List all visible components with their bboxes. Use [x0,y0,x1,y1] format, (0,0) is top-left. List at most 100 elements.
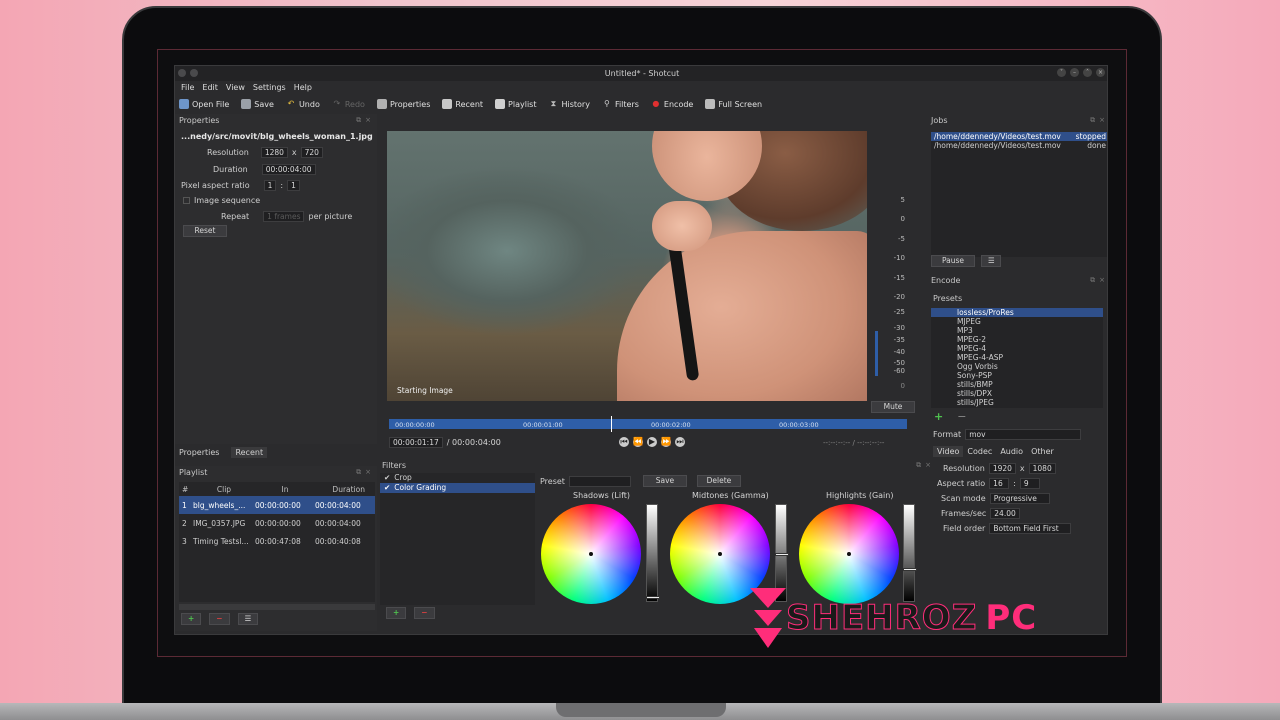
repeat-field[interactable]: 1 frames [263,211,305,222]
wheel-handle[interactable] [718,552,722,556]
tab-codec[interactable]: Codec [963,446,996,457]
shade-button[interactable]: ˅ [1057,68,1066,77]
check-icon[interactable]: ✔ [384,483,390,493]
preset-item[interactable]: MJPEG [931,317,1103,326]
remove-preset-icon[interactable]: − [957,410,966,423]
preset-item[interactable]: MPEG-4-ASP [931,353,1103,362]
pause-button[interactable]: Pause [931,255,975,267]
aspect-b-field[interactable]: 9 [1019,478,1040,489]
preset-item[interactable]: MPEG-2 [931,335,1103,344]
skip-next-icon[interactable]: ⏭ [675,437,685,447]
save-button[interactable]: Save [241,99,274,109]
preset-item[interactable]: Ogg Vorbis [931,362,1103,371]
field-order-select[interactable]: Bottom Field First [989,523,1072,534]
table-row[interactable]: 2 IMG_0357.JPG 00:00:00:00 00:00:04:00 [179,514,375,532]
par-a-field[interactable]: 1 [263,180,277,191]
playlist-button[interactable]: Playlist [495,99,536,109]
timeline-ruler[interactable]: 00:00:00:00 00:00:01:00 00:00:02:00 00:0… [389,416,907,432]
preset-item[interactable]: stills/BMP [931,380,1103,389]
slider-thumb[interactable] [646,596,660,599]
tab-recent[interactable]: Recent [231,447,268,458]
encode-res-width[interactable]: 1920 [988,463,1016,474]
reset-button[interactable]: Reset [183,225,227,237]
history-button[interactable]: ⧗ History [548,99,590,109]
filter-item-crop[interactable]: ✔ Crop [380,473,535,483]
filter-save-button[interactable]: Save [642,475,687,487]
slider-thumb[interactable] [775,553,789,556]
pin-icon[interactable] [190,69,198,77]
position-field[interactable]: 00:00:01:17 [389,437,443,448]
aspect-a-field[interactable]: 16 [989,478,1010,489]
playhead[interactable] [611,416,612,432]
duration-field[interactable]: 00:00:04:00 [261,164,316,175]
skip-previous-icon[interactable]: ⏮ [619,437,629,447]
slider-thumb[interactable] [903,568,917,571]
filter-delete-button[interactable]: Delete [696,475,741,487]
fps-field[interactable]: 24.00 [990,508,1021,519]
properties-button[interactable]: Properties [376,99,430,109]
window-menu-icon[interactable] [178,69,186,77]
preset-item[interactable]: lossless/ProRes [931,308,1103,317]
encode-res-height[interactable]: 1080 [1028,463,1056,474]
remove-clip-button[interactable]: − [209,613,230,625]
check-icon[interactable]: ✔ [384,473,390,483]
tab-other[interactable]: Other [1027,446,1058,457]
par-b-field[interactable]: 1 [287,180,300,191]
format-select[interactable]: mov [965,429,1082,440]
video-viewer[interactable]: Starting Image [387,131,867,401]
full-screen-button[interactable]: Full Screen [705,99,762,109]
shadows-wheel[interactable] [541,504,641,604]
shadows-slider[interactable] [646,504,660,602]
filters-dock-controls[interactable]: ⧉ × [916,461,931,470]
minimize-button[interactable]: – [1070,68,1079,77]
preset-item[interactable]: MP3 [931,326,1103,335]
undo-button[interactable]: ↶ Undo [286,99,320,109]
add-filter-button[interactable]: + [386,607,407,619]
jobs-dock-controls[interactable]: ⧉ × [1090,116,1105,125]
tab-video[interactable]: Video [933,446,964,457]
preset-item[interactable]: MPEG-4 [931,344,1103,353]
redo-button[interactable]: ↷ Redo [332,99,364,109]
menu-settings[interactable]: Settings [253,81,286,95]
filters-button[interactable]: ⚲ Filters [602,99,639,109]
job-item[interactable]: /home/ddennedy/Videos/test.mov stopped [931,132,1107,141]
filter-preset-select[interactable] [568,475,631,487]
encode-button[interactable]: ● Encode [651,99,693,109]
rewind-icon[interactable]: ⏪ [633,437,643,447]
open-file-button[interactable]: Open File [179,99,229,109]
jobs-menu-button[interactable]: ☰ [981,255,1001,267]
menu-help[interactable]: Help [294,81,312,95]
playlist-scrollbar[interactable] [179,604,375,610]
job-item[interactable]: /home/ddennedy/Videos/test.mov done [931,141,1107,150]
mute-button[interactable]: Mute [871,401,915,413]
playlist-dock-controls[interactable]: ⧉ × [356,468,371,477]
recent-button[interactable]: Recent [442,99,483,109]
remove-filter-button[interactable]: − [414,607,435,619]
resolution-width[interactable]: 1280 [260,147,288,158]
close-button[interactable]: × [1096,68,1105,77]
preset-item[interactable]: stills/DPX [931,389,1103,398]
table-row[interactable]: 1 blg_wheels_... 00:00:00:00 00:00:04:00 [179,496,375,514]
properties-dock-controls[interactable]: ⧉ × [356,116,371,125]
add-preset-icon[interactable]: + [934,410,943,423]
filter-item-color-grading[interactable]: ✔ Color Grading [380,483,535,493]
tab-properties[interactable]: Properties [175,447,223,458]
play-icon[interactable]: ▶ [647,437,657,447]
table-row[interactable]: 3 Timing Testsl... 00:00:47:08 00:00:40:… [179,532,375,550]
preset-item[interactable]: Sony-PSP [931,371,1103,380]
add-clip-button[interactable]: + [181,613,202,625]
scan-select[interactable]: Progressive [989,493,1050,504]
menu-file[interactable]: File [181,81,194,95]
maximize-button[interactable]: ˄ [1083,68,1092,77]
wheel-handle[interactable] [847,552,851,556]
preset-item[interactable]: stills/JPEG [931,398,1103,407]
tab-audio[interactable]: Audio [996,446,1027,457]
wheel-handle[interactable] [589,552,593,556]
fast-forward-icon[interactable]: ⏩ [661,437,671,447]
image-sequence-checkbox[interactable] [183,197,190,204]
playlist-menu-button[interactable]: ☰ [237,613,259,625]
menu-view[interactable]: View [226,81,245,95]
resolution-height[interactable]: 720 [300,147,323,158]
encode-dock-controls[interactable]: ⧉ × [1090,276,1105,285]
menu-edit[interactable]: Edit [202,81,218,95]
